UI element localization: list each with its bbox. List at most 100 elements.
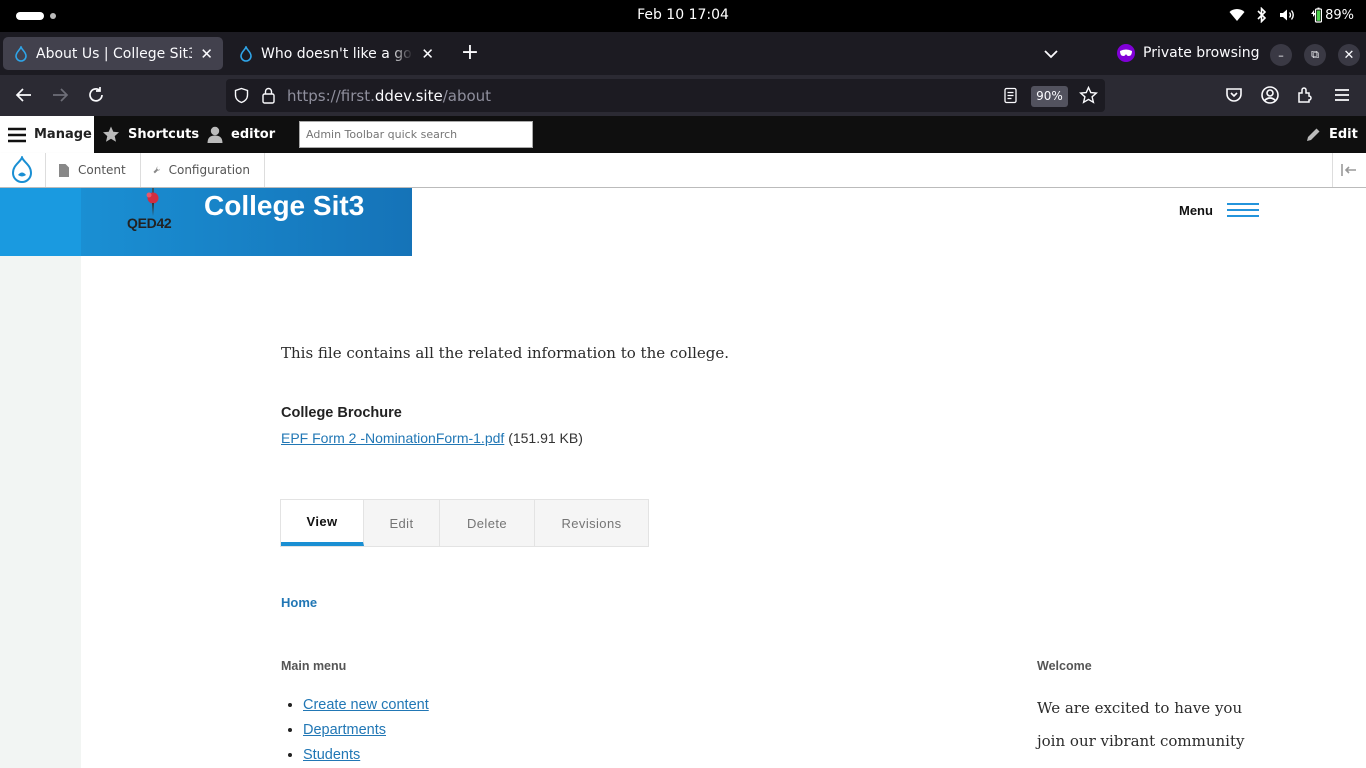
toolbar-user-tab[interactable]: editor <box>207 116 275 153</box>
bookmark-star-icon[interactable] <box>1079 86 1098 105</box>
pencil-icon <box>1307 128 1320 141</box>
toolbar-shortcuts-label: Shortcuts <box>128 127 200 142</box>
drupal-home-link[interactable] <box>0 153 46 187</box>
list-item: Students <box>303 743 429 768</box>
volume-icon <box>1280 9 1295 21</box>
address-bar[interactable]: https://first.ddev.site/about 90% <box>226 79 1105 112</box>
list-item: Departments <box>303 718 429 743</box>
toolbar-manage-tab[interactable]: Manage <box>0 116 94 153</box>
page: QED42 College Sit3 Menu This file contai… <box>0 188 1366 768</box>
tray-configuration-label: Configuration <box>168 163 250 177</box>
battery-icon <box>1311 7 1323 23</box>
tab-view[interactable]: View <box>281 500 364 546</box>
list-item: Create new content <box>303 693 429 718</box>
url-text[interactable]: https://first.ddev.site/about <box>287 87 491 105</box>
system-tray[interactable]: 89% <box>1229 7 1354 23</box>
toolbar-shortcuts-tab[interactable]: Shortcuts <box>102 116 199 153</box>
battery-percent: 89% <box>1325 7 1354 23</box>
admin-toolbar: Manage Shortcuts editor Edit <box>0 116 1366 153</box>
tab-edit[interactable]: Edit <box>364 500 440 546</box>
zoom-level-button[interactable]: 90% <box>1031 86 1068 107</box>
browser-nav-bar: https://first.ddev.site/about 90% <box>0 75 1366 116</box>
drupal-favicon-icon <box>15 45 27 62</box>
toolbar-user-label: editor <box>231 127 276 142</box>
menu-link-departments[interactable]: Departments <box>303 722 386 738</box>
reader-view-icon[interactable] <box>1003 87 1018 104</box>
close-window-button[interactable]: ✕ <box>1338 44 1360 66</box>
url-path: /about <box>442 87 492 105</box>
system-top-bar: Feb 10 17:04 89% <box>0 0 1366 32</box>
breadcrumb-home[interactable]: Home <box>281 595 317 610</box>
admin-toolbar-search-input[interactable] <box>299 121 533 148</box>
orientation-toggle-icon <box>1341 164 1356 176</box>
wifi-icon <box>1229 9 1245 21</box>
minimize-button[interactable]: – <box>1270 44 1292 66</box>
close-tab-icon[interactable]: ✕ <box>200 45 213 63</box>
toolbar-edit-button[interactable]: Edit <box>1305 116 1358 153</box>
account-icon[interactable] <box>1260 85 1280 105</box>
welcome-block-title: Welcome <box>1037 659 1092 673</box>
tray-content-link[interactable]: Content <box>46 153 141 187</box>
close-tab-icon[interactable]: ✕ <box>421 45 434 63</box>
menu-link-create-new-content[interactable]: Create new content <box>303 697 429 713</box>
back-icon[interactable] <box>14 85 34 105</box>
file-icon <box>59 163 69 177</box>
battery-indicator: 89% <box>1308 7 1354 23</box>
brochure-file-size: (151.91 KB) <box>508 430 583 446</box>
menu-hamburger-icon <box>1226 199 1259 221</box>
site-branding[interactable]: QED42 College Sit3 <box>81 188 412 256</box>
main-menu-toggle[interactable]: Menu <box>1179 199 1259 221</box>
reload-icon[interactable] <box>86 85 106 105</box>
toolbar-manage-label: Manage <box>34 127 92 142</box>
tab-title: Who doesn't like a good w <box>261 45 413 62</box>
brochure-file-link[interactable]: EPF Form 2 -NominationForm-1.pdf <box>281 430 504 446</box>
system-clock[interactable]: Feb 10 17:04 <box>0 7 1366 23</box>
welcome-line: We are excited to have you <box>1037 699 1243 717</box>
private-mask-icon <box>1117 44 1135 62</box>
tracking-shield-icon[interactable] <box>233 87 250 104</box>
node-local-tasks: View Edit Delete Revisions <box>280 499 649 547</box>
tab-title: About Us | College Sit3 <box>36 45 193 62</box>
pocket-icon[interactable] <box>1224 85 1244 105</box>
tab-about-us[interactable]: About Us | College Sit3 ✕ <box>3 37 223 70</box>
wrench-icon <box>153 166 161 174</box>
node-body: This file contains all the related infor… <box>281 344 730 362</box>
private-browsing-label: Private browsing <box>1143 45 1260 61</box>
left-sidebar-background <box>0 256 81 768</box>
admin-toolbar-tray: Content Configuration <box>0 153 1366 188</box>
star-icon <box>103 126 119 142</box>
activities-indicator[interactable] <box>16 12 44 20</box>
tab-who-doesnt-like[interactable]: Who doesn't like a good w ✕ <box>228 37 444 70</box>
extensions-icon[interactable] <box>1296 85 1316 105</box>
app-menu-icon[interactable] <box>1332 85 1352 105</box>
list-all-tabs-icon[interactable] <box>1040 43 1062 65</box>
tray-content-label: Content <box>78 163 126 177</box>
lock-icon[interactable] <box>261 87 276 104</box>
header-accent <box>0 188 81 256</box>
tab-delete[interactable]: Delete <box>440 500 535 546</box>
drupal-logo-icon <box>11 156 33 183</box>
toolbar-orientation-toggle[interactable] <box>1332 153 1366 187</box>
drupal-favicon-icon <box>240 45 252 62</box>
url-domain: ddev.site <box>374 87 443 105</box>
tray-configuration-link[interactable]: Configuration <box>141 153 265 187</box>
menu-link-students[interactable]: Students <box>303 747 360 763</box>
private-browsing-indicator: Private browsing <box>1117 44 1260 62</box>
brochure-file: EPF Form 2 -NominationForm-1.pdf (151.91… <box>281 430 583 446</box>
welcome-line: join our vibrant community <box>1037 732 1245 750</box>
new-tab-button[interactable]: + <box>458 42 482 66</box>
tab-revisions[interactable]: Revisions <box>535 500 648 546</box>
url-prefix: https://first. <box>287 87 375 105</box>
site-logo-text: QED42 <box>127 215 172 231</box>
user-icon <box>207 126 223 143</box>
hamburger-icon <box>8 127 26 142</box>
brochure-field-label: College Brochure <box>281 405 402 421</box>
restore-button[interactable]: ⧉ <box>1304 44 1326 66</box>
menu-toggle-label: Menu <box>1179 202 1213 218</box>
workspace-dot <box>50 13 56 19</box>
main-menu-title: Main menu <box>281 659 347 673</box>
welcome-block-text: We are excited to have you join our vibr… <box>1037 692 1297 758</box>
forward-icon[interactable] <box>50 85 70 105</box>
site-name[interactable]: College Sit3 <box>204 190 364 222</box>
toolbar-edit-label: Edit <box>1329 127 1358 142</box>
